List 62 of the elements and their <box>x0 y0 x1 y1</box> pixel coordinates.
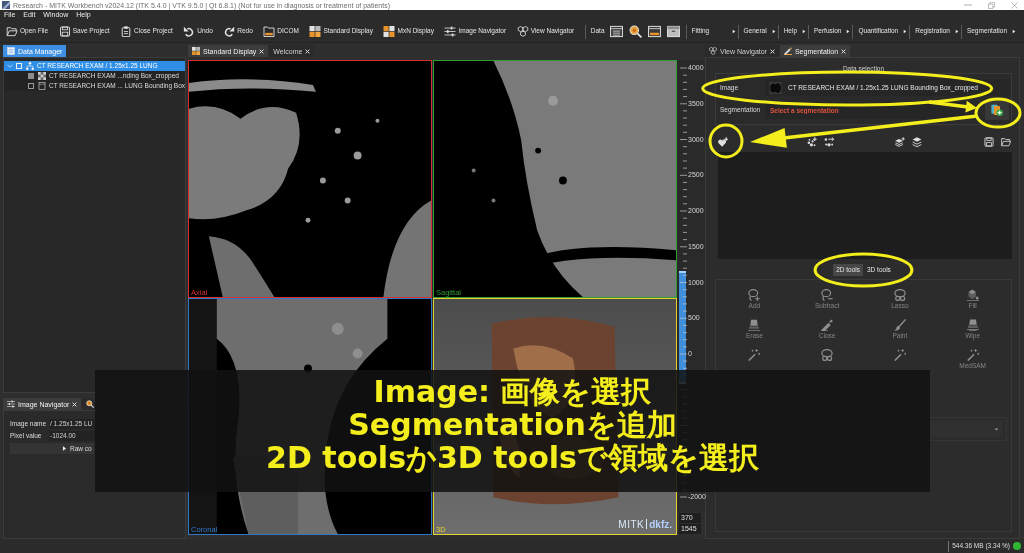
submenu-arrow-icon <box>846 29 851 34</box>
brush-icon <box>893 319 906 331</box>
cubes-icon <box>709 47 717 55</box>
magic-wand-icon <box>966 349 979 361</box>
redo-icon <box>223 26 236 37</box>
lasso-icon <box>821 349 834 361</box>
save-icon <box>58 26 71 37</box>
node-tree-icon <box>26 62 34 70</box>
window-edge-handle[interactable] <box>679 271 686 273</box>
magic-wand-icon <box>748 349 761 361</box>
sheet-icon <box>7 47 15 55</box>
folder-open-icon[interactable] <box>1000 137 1011 147</box>
speckle-plus-icon[interactable] <box>806 137 817 147</box>
magnifier-icon <box>86 400 95 408</box>
document-icon <box>38 82 46 90</box>
stack-plus-icon[interactable] <box>895 137 906 147</box>
clipboard-icon <box>120 26 133 37</box>
submenu-arrow-icon <box>903 29 908 34</box>
window-stripe-icon[interactable] <box>647 25 661 38</box>
magnifier-icon[interactable] <box>628 25 642 38</box>
folder-open-icon <box>6 26 18 37</box>
grid-icon <box>192 47 200 55</box>
app-logo-icon <box>2 1 10 9</box>
sliders-icon <box>444 26 457 37</box>
visibility-checkbox[interactable] <box>28 83 34 89</box>
submenu-arrow-icon <box>731 29 736 34</box>
grid-icon <box>383 26 396 37</box>
pen-icon <box>783 47 792 55</box>
magic-wand-icon <box>893 349 906 361</box>
checker-icon <box>38 72 46 80</box>
heart-plus-icon[interactable] <box>718 137 728 147</box>
lasso-plus-icon <box>748 289 761 301</box>
status-dot-icon <box>1013 542 1021 550</box>
speckle-arrow-icon[interactable] <box>823 137 834 147</box>
lasso-icon <box>893 289 906 301</box>
lasso-minus-icon <box>821 289 834 301</box>
submenu-arrow-icon <box>802 29 806 34</box>
eraser-icon <box>748 319 761 331</box>
submenu-arrow-icon <box>771 29 776 34</box>
submenu-arrow-icon <box>1012 29 1017 34</box>
tab[interactable] <box>82 398 96 410</box>
logo: MITK dkfz. <box>618 518 672 530</box>
pen-icon <box>821 319 834 331</box>
list-window-icon[interactable] <box>609 25 623 38</box>
grid-icon <box>309 26 322 37</box>
submenu-arrow-icon <box>954 29 959 34</box>
stack-icon[interactable] <box>912 137 923 147</box>
undo-icon <box>183 26 196 37</box>
visibility-checkbox[interactable] <box>28 73 34 79</box>
bucket-icon <box>966 289 979 301</box>
caret-down-icon <box>994 426 999 432</box>
caption-text: Image: 画像を選択 <box>373 375 652 408</box>
image-thumbnail-icon <box>768 81 783 94</box>
save-icon[interactable] <box>983 137 994 147</box>
caption-text: Segmentationを追加 <box>348 408 677 441</box>
layers-plus-icon <box>991 104 1003 116</box>
folder-icon <box>263 26 276 37</box>
cubes-icon <box>516 26 529 37</box>
sliders-icon <box>7 400 15 408</box>
highlight-ellipse <box>708 123 744 159</box>
window-icon[interactable] <box>666 25 680 38</box>
eraser-icon <box>966 319 979 331</box>
